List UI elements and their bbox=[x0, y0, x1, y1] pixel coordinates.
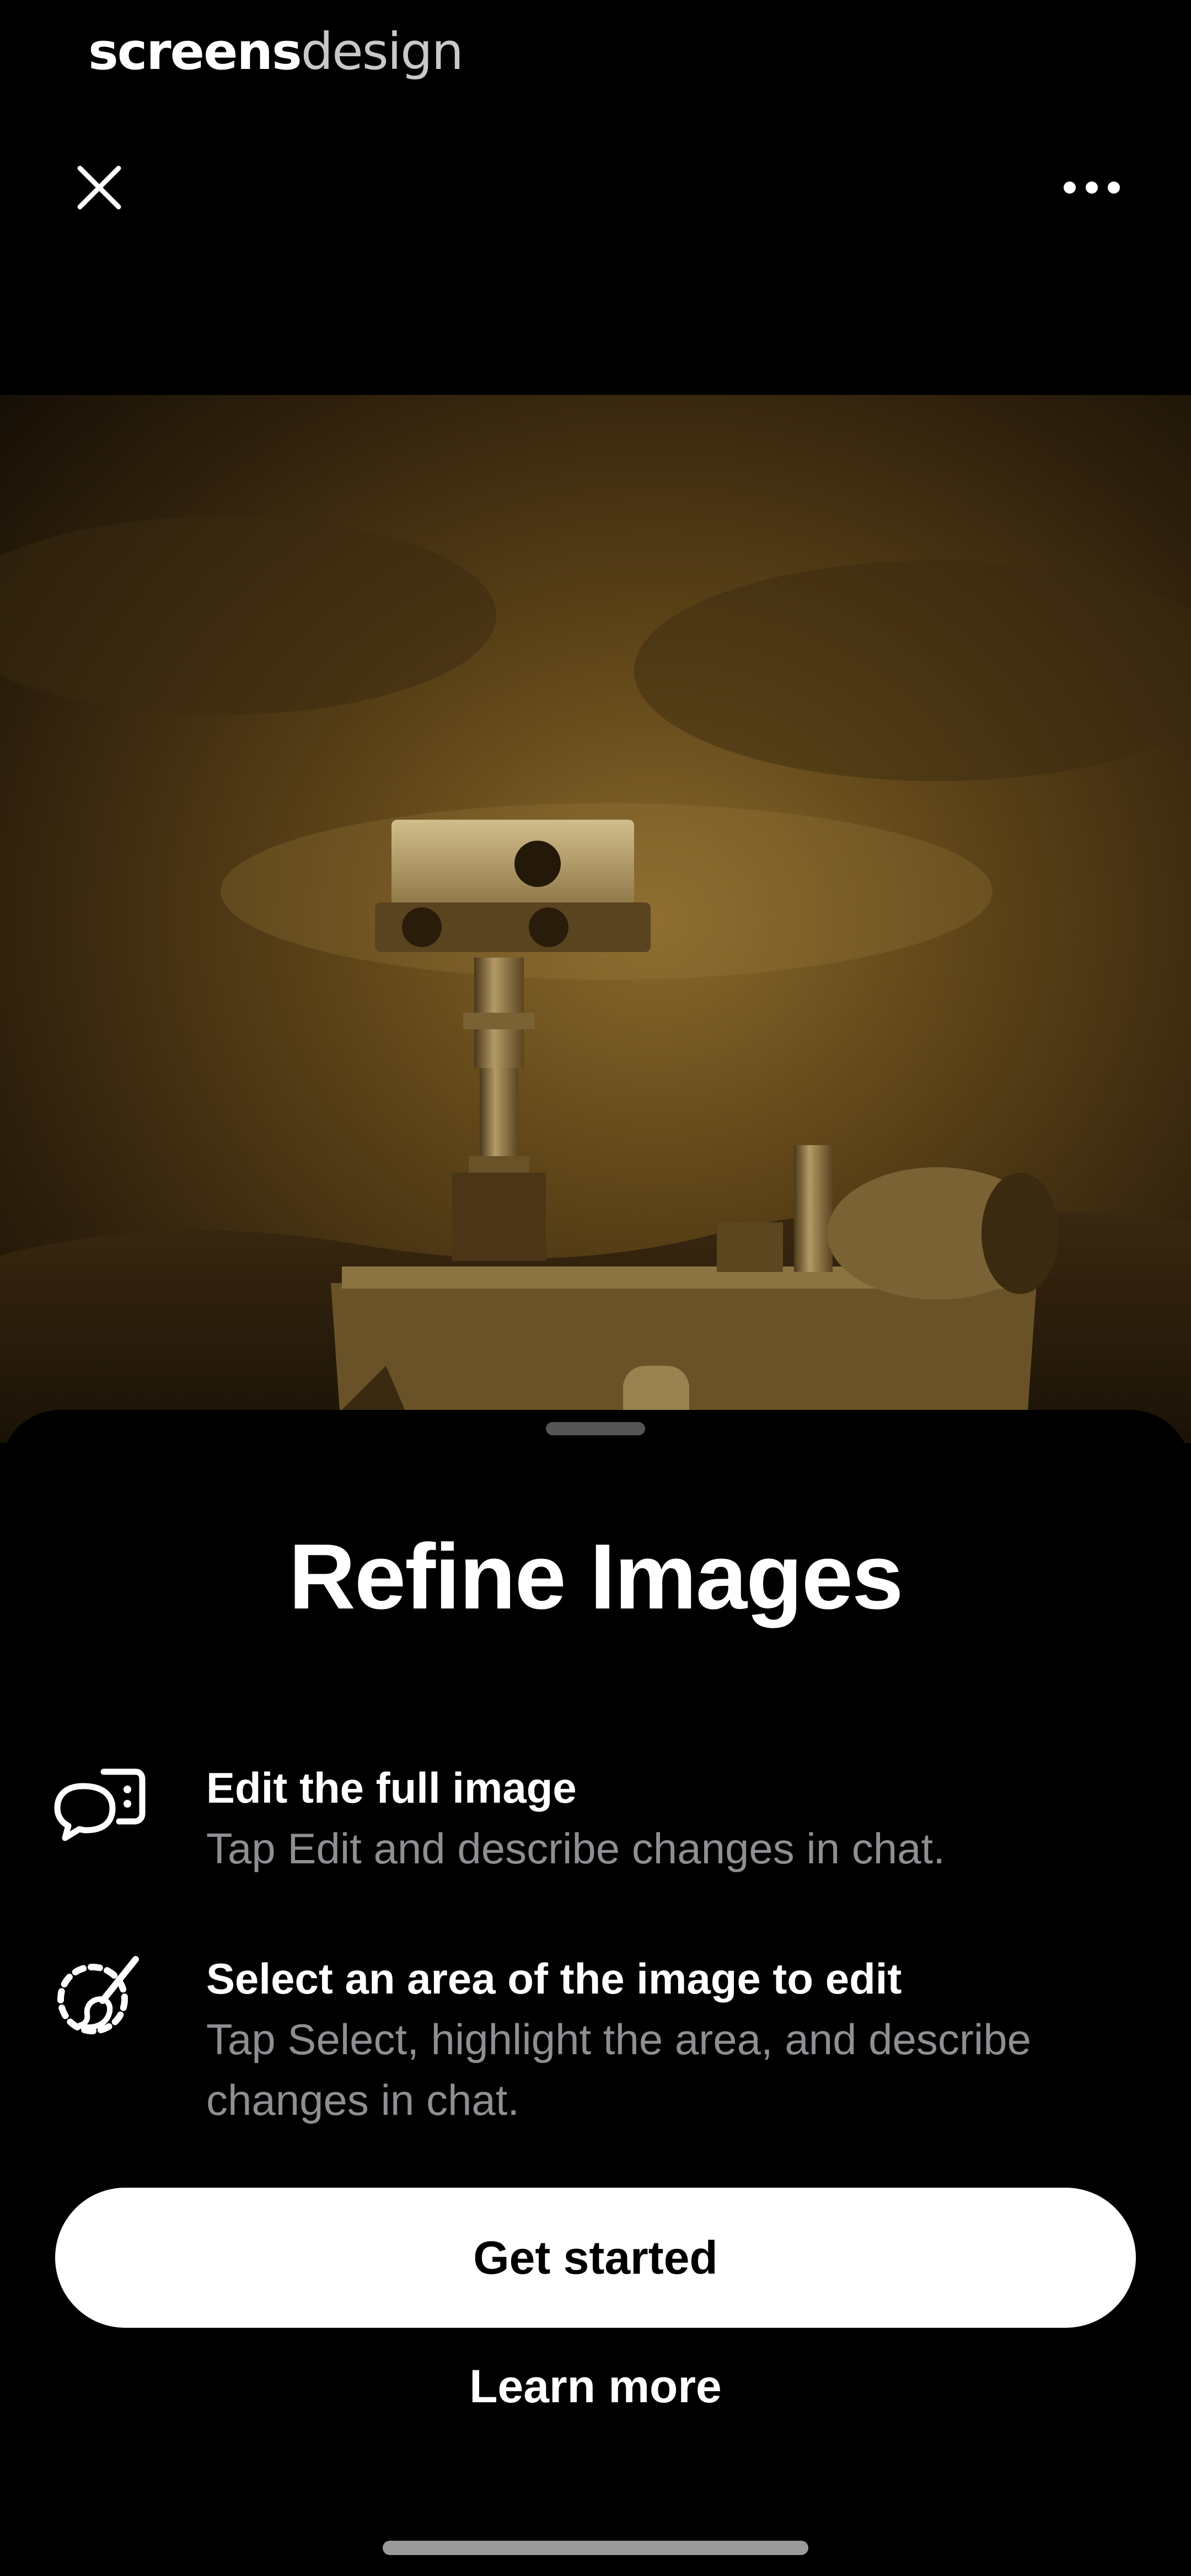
more-horizontal-icon bbox=[1064, 181, 1120, 194]
watermark-part-1: screens bbox=[88, 22, 302, 81]
select-brush-icon bbox=[53, 1948, 147, 2042]
sheet-grabber[interactable] bbox=[546, 1422, 645, 1435]
onboarding-sheet: Refine Images Edit the full image Tap Ed… bbox=[0, 1410, 1191, 2576]
close-button[interactable] bbox=[66, 154, 132, 221]
feature-description: Tap Edit and describe changes in chat. bbox=[206, 1824, 945, 1873]
feature-title: Select an area of the image to edit bbox=[206, 1954, 902, 2003]
sheet-title: Refine Images bbox=[288, 1525, 903, 1628]
more-options-button[interactable] bbox=[1059, 154, 1125, 221]
chat-bubbles-icon bbox=[53, 1753, 147, 1847]
home-indicator bbox=[383, 2541, 808, 2555]
learn-more-button[interactable]: Learn more bbox=[0, 2342, 1191, 2430]
feature-description: Tap Select, highlight the area, and desc… bbox=[206, 2015, 1031, 2124]
close-icon bbox=[77, 165, 121, 210]
feature-title: Edit the full image bbox=[206, 1763, 577, 1812]
watermark-logo: screensdesign bbox=[88, 22, 464, 81]
generated-artwork-image bbox=[0, 395, 1191, 1443]
get-started-button[interactable]: Get started bbox=[55, 2188, 1136, 2328]
watermark-part-2: design bbox=[301, 22, 464, 81]
